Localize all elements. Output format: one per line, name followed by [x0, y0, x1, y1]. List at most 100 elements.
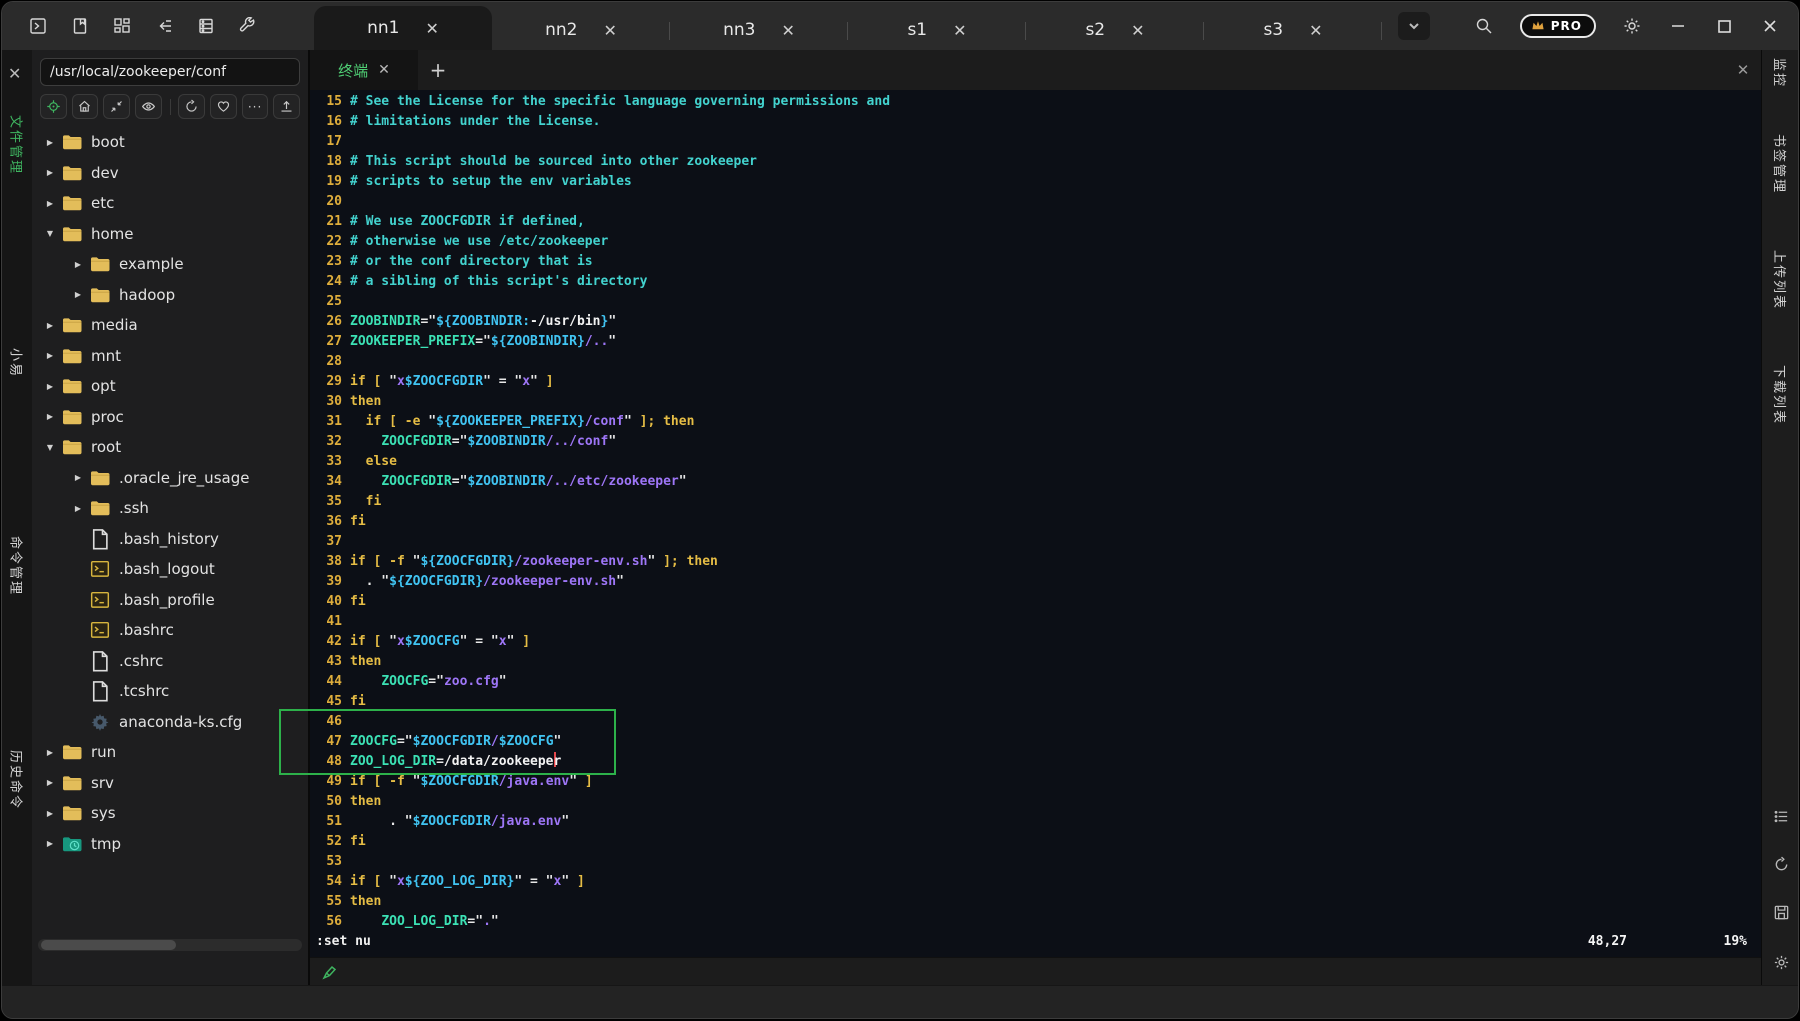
- refresh-icon[interactable]: [178, 94, 205, 119]
- tree-icon[interactable]: [154, 16, 174, 36]
- tree-item-media[interactable]: ▶media: [32, 310, 308, 341]
- tree-item-srv[interactable]: ▶srv: [32, 768, 308, 799]
- tree-item-sys[interactable]: ▶sys: [32, 798, 308, 829]
- right-tab-4[interactable]: 下载列表: [1762, 365, 1799, 425]
- tree-item-.oracle_jre_usage[interactable]: ▶.oracle_jre_usage: [32, 463, 308, 494]
- server-icon[interactable]: [196, 16, 216, 36]
- more-icon[interactable]: ···: [242, 94, 269, 119]
- chevron-down-icon[interactable]: ▼: [42, 443, 58, 452]
- terminal-icon[interactable]: [1770, 755, 1792, 777]
- chevron-right-icon[interactable]: ▶: [42, 382, 58, 391]
- tab-close-icon[interactable]: ✕: [425, 19, 438, 38]
- right-tab-1[interactable]: 监控: [1762, 58, 1799, 88]
- tree-item-.bash_history[interactable]: .bash_history: [32, 524, 308, 555]
- session-tab-nn1[interactable]: nn1✕: [314, 6, 492, 50]
- upload-icon[interactable]: [273, 94, 300, 119]
- dashboard-icon[interactable]: [112, 16, 132, 36]
- tab-close-icon[interactable]: ✕: [953, 21, 966, 40]
- tree-item-hadoop[interactable]: ▶hadoop: [32, 280, 308, 311]
- chevron-down-icon[interactable]: ▼: [42, 229, 58, 238]
- notebook-icon[interactable]: [70, 16, 90, 36]
- tree-item-etc[interactable]: ▶etc: [32, 188, 308, 219]
- tree-item-example[interactable]: ▶example: [32, 249, 308, 280]
- path-input[interactable]: [40, 58, 300, 86]
- tab-list-dropdown-button[interactable]: [1398, 12, 1430, 40]
- pro-badge[interactable]: PRO: [1520, 14, 1596, 38]
- settings-icon[interactable]: [1770, 951, 1792, 973]
- left-tab-3[interactable]: 命令管理: [2, 536, 32, 596]
- session-tab-nn3[interactable]: nn3✕: [670, 10, 848, 50]
- tree-item-mnt[interactable]: ▶mnt: [32, 341, 308, 372]
- chevron-right-icon[interactable]: ▶: [42, 199, 58, 208]
- list-icon[interactable]: [1770, 805, 1792, 827]
- terminal-tab[interactable]: 终端 ✕: [310, 50, 418, 90]
- tree-item-boot[interactable]: ▶boot: [32, 127, 308, 158]
- tree-item-anaconda-ks.cfg[interactable]: anaconda-ks.cfg: [32, 707, 308, 738]
- save-icon[interactable]: [1770, 901, 1792, 923]
- chevron-right-icon[interactable]: ▶: [42, 321, 58, 330]
- chevron-right-icon[interactable]: ▶: [42, 809, 58, 818]
- refresh-icon[interactable]: [1770, 853, 1792, 875]
- chevron-right-icon[interactable]: ▶: [42, 778, 58, 787]
- horizontal-scrollbar[interactable]: [38, 939, 302, 951]
- terminal-icon[interactable]: [28, 16, 48, 36]
- right-tab-2[interactable]: 书签管理: [1762, 134, 1799, 194]
- favorite-icon[interactable]: [210, 94, 237, 119]
- chevron-right-icon[interactable]: ▶: [70, 290, 86, 299]
- maximize-icon[interactable]: [1714, 16, 1734, 36]
- terminal-panel-close-icon[interactable]: ✕: [1725, 50, 1761, 90]
- terminal-tab-close-icon[interactable]: ✕: [378, 62, 390, 78]
- chevron-right-icon[interactable]: ▶: [42, 351, 58, 360]
- scrollbar-thumb[interactable]: [41, 940, 176, 950]
- settings-icon[interactable]: [1622, 16, 1642, 36]
- terminal-screen[interactable]: 15# See the License for the specific lan…: [310, 90, 1761, 957]
- locate-icon[interactable]: [40, 94, 67, 119]
- tab-close-icon[interactable]: ✕: [781, 21, 794, 40]
- left-tab-4[interactable]: 历史命令: [2, 750, 32, 810]
- wrench-icon[interactable]: [238, 16, 258, 36]
- session-tab-s3[interactable]: s3✕: [1204, 10, 1382, 50]
- new-terminal-button[interactable]: +: [418, 50, 458, 90]
- chevron-right-icon[interactable]: ▶: [70, 260, 86, 269]
- line-number: 23: [316, 252, 342, 272]
- tree-item-.ssh[interactable]: ▶.ssh: [32, 493, 308, 524]
- chevron-right-icon[interactable]: ▶: [42, 168, 58, 177]
- chevron-right-icon[interactable]: ▶: [42, 839, 58, 848]
- tree-item-.bash_logout[interactable]: .bash_logout: [32, 554, 308, 585]
- left-tab-1[interactable]: 文件管理: [2, 94, 32, 175]
- close-icon[interactable]: [1760, 16, 1780, 36]
- tree-item-run[interactable]: ▶run: [32, 737, 308, 768]
- tree-item-proc[interactable]: ▶proc: [32, 402, 308, 433]
- session-tab-nn2[interactable]: nn2✕: [492, 10, 670, 50]
- tab-close-icon[interactable]: ✕: [1309, 21, 1322, 40]
- tree-item-opt[interactable]: ▶opt: [32, 371, 308, 402]
- collapse-icon[interactable]: [103, 94, 130, 119]
- right-tab-3[interactable]: 上传列表: [1762, 250, 1799, 310]
- tree-item-.cshrc[interactable]: .cshrc: [32, 646, 308, 677]
- left-tab-2[interactable]: 小易: [2, 348, 32, 378]
- file-panel-close-icon[interactable]: ✕: [8, 64, 21, 83]
- tree-item-.bash_profile[interactable]: .bash_profile: [32, 585, 308, 616]
- chevron-right-icon[interactable]: ▶: [42, 138, 58, 147]
- tab-close-icon[interactable]: ✕: [603, 21, 616, 40]
- tree-item-tmp[interactable]: ▶tmp: [32, 829, 308, 860]
- terminal-line: 27ZOOKEEPER_PREFIX="${ZOOBINDIR}/..": [316, 332, 1761, 352]
- chevron-right-icon[interactable]: ▶: [70, 473, 86, 482]
- marker-pen-icon[interactable]: [322, 964, 338, 980]
- tab-close-icon[interactable]: ✕: [1131, 21, 1144, 40]
- tree-item-.bashrc[interactable]: .bashrc: [32, 615, 308, 646]
- chevron-right-icon[interactable]: ▶: [42, 748, 58, 757]
- tree-item-dev[interactable]: ▶dev: [32, 158, 308, 189]
- session-tab-s2[interactable]: s2✕: [1026, 10, 1204, 50]
- chevron-right-icon[interactable]: ▶: [42, 412, 58, 421]
- tree-item-.tcshrc[interactable]: .tcshrc: [32, 676, 308, 707]
- line-number: 40: [316, 592, 342, 612]
- chevron-right-icon[interactable]: ▶: [70, 504, 86, 513]
- search-icon[interactable]: [1474, 16, 1494, 36]
- preview-icon[interactable]: [135, 94, 162, 119]
- session-tab-s1[interactable]: s1✕: [848, 10, 1026, 50]
- tree-item-home[interactable]: ▼home: [32, 219, 308, 250]
- home-icon[interactable]: [72, 94, 99, 119]
- tree-item-root[interactable]: ▼root: [32, 432, 308, 463]
- minimize-icon[interactable]: [1668, 16, 1688, 36]
